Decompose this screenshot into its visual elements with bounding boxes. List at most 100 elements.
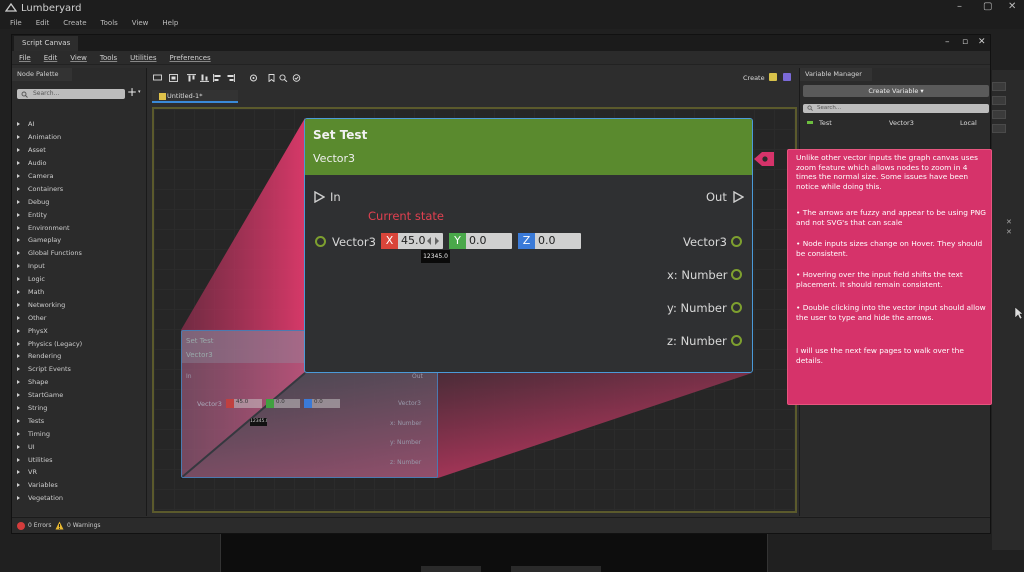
screenshot-icon[interactable]	[249, 74, 258, 82]
align-bottom-icon[interactable]	[200, 74, 209, 82]
script-canvas-tab[interactable]: Script Canvas	[14, 36, 79, 51]
chevron-right-icon	[17, 212, 20, 217]
warning-count[interactable]: 0 Warnings	[67, 522, 101, 529]
variable-search-input[interactable]: Search...	[803, 104, 989, 113]
align-right-icon[interactable]	[226, 74, 235, 82]
z-number-output-pin[interactable]	[731, 335, 742, 346]
category-item[interactable]: Vegetation	[17, 492, 142, 505]
app-menu-file[interactable]: File	[10, 19, 22, 27]
side-tool-button[interactable]	[992, 96, 1006, 105]
category-item[interactable]: Other	[17, 311, 142, 324]
category-item[interactable]: Input	[17, 260, 142, 273]
category-item[interactable]: Entity	[17, 208, 142, 221]
mouse-cursor-icon	[1014, 306, 1024, 320]
category-item[interactable]: Math	[17, 286, 142, 299]
category-item[interactable]: Debug	[17, 195, 142, 208]
window-restore-icon[interactable]: ▫	[962, 37, 968, 47]
category-item[interactable]: Audio	[17, 157, 142, 170]
select-tool-icon[interactable]	[153, 74, 162, 82]
stepper-arrows-icon[interactable]	[426, 236, 440, 246]
app-menu-create[interactable]: Create	[63, 19, 86, 27]
node-palette-search-input[interactable]: Search...	[17, 89, 125, 99]
app-minimize-icon[interactable]: –	[957, 1, 962, 12]
small-node-z-field[interactable]: 0.0	[304, 399, 340, 408]
create-function-icon[interactable]	[769, 73, 777, 81]
category-item[interactable]: Networking	[17, 298, 142, 311]
bookmark-icon[interactable]	[267, 74, 276, 82]
app-maximize-icon[interactable]: ▢	[983, 1, 992, 12]
category-item[interactable]: Animation	[17, 131, 142, 144]
category-item[interactable]: Environment	[17, 221, 142, 234]
menu-tools[interactable]: Tools	[100, 54, 117, 62]
category-item[interactable]: Logic	[17, 273, 142, 286]
category-item[interactable]: Global Functions	[17, 247, 142, 260]
category-item[interactable]: Utilities	[17, 453, 142, 466]
category-item[interactable]: String	[17, 402, 142, 415]
category-item[interactable]: Script Events	[17, 363, 142, 376]
create-event-icon[interactable]	[783, 73, 791, 81]
category-item[interactable]: Physics (Legacy)	[17, 337, 142, 350]
z-input-field[interactable]: Z 0.0	[518, 233, 581, 249]
category-item[interactable]: Rendering	[17, 350, 142, 363]
category-item[interactable]: Variables	[17, 479, 142, 492]
small-node-y-field[interactable]: 0.0	[266, 399, 300, 408]
side-tool-button[interactable]	[992, 110, 1006, 119]
app-menu-view[interactable]: View	[132, 19, 149, 27]
menu-view[interactable]: View	[70, 54, 87, 62]
chevron-right-icon	[17, 148, 20, 153]
exec-in-arrow-icon[interactable]	[314, 191, 325, 203]
small-node-x-field[interactable]: 45.0	[226, 399, 262, 408]
window-minimize-icon[interactable]: –	[945, 37, 950, 47]
menu-utilities[interactable]: Utilities	[130, 54, 156, 62]
menu-edit[interactable]: Edit	[44, 54, 58, 62]
y-number-output-pin[interactable]	[731, 302, 742, 313]
exec-out-arrow-icon[interactable]	[733, 191, 744, 203]
category-item[interactable]: Tests	[17, 414, 142, 427]
align-left-icon[interactable]	[213, 74, 222, 82]
variable-row[interactable]: Test Vector3 Local	[803, 118, 989, 129]
side-tool-button[interactable]	[992, 124, 1006, 133]
search-icon[interactable]	[279, 74, 288, 82]
app-menu-help[interactable]: Help	[162, 19, 178, 27]
vector3-output-pin[interactable]	[731, 236, 742, 247]
check-circle-icon[interactable]	[292, 74, 301, 82]
chevron-right-icon	[17, 251, 20, 256]
category-item[interactable]: VR	[17, 466, 142, 479]
group-tool-icon[interactable]	[169, 74, 178, 82]
category-item[interactable]: StartGame	[17, 389, 142, 402]
window-close-icon[interactable]: ✕	[978, 37, 986, 47]
category-item[interactable]: UI	[17, 440, 142, 453]
app-close-icon[interactable]: ✕	[1008, 1, 1016, 12]
category-item[interactable]: Asset	[17, 144, 142, 157]
category-item[interactable]: Camera	[17, 170, 142, 183]
add-node-plus-icon[interactable]: +	[127, 85, 137, 99]
x-input-field[interactable]: X 45.0	[381, 233, 443, 249]
category-item[interactable]: Gameplay	[17, 234, 142, 247]
create-variable-button[interactable]: Create Variable ▾	[803, 85, 989, 97]
chevron-right-icon	[17, 186, 20, 191]
x-number-output-pin[interactable]	[731, 269, 742, 280]
align-top-icon[interactable]	[187, 74, 196, 82]
chevron-right-icon	[17, 161, 20, 166]
error-count[interactable]: 0 Errors	[28, 522, 51, 529]
screen: Lumberyard – ▢ ✕ File Edit Create Tools …	[0, 0, 1024, 572]
side-tool-button[interactable]	[992, 82, 1006, 91]
category-item[interactable]: AI	[17, 118, 142, 131]
vector3-input-pin[interactable]	[315, 236, 326, 247]
exec-out-label: Out	[706, 190, 727, 204]
category-item[interactable]: Timing	[17, 427, 142, 440]
chevron-down-icon[interactable]: ▾	[138, 89, 141, 95]
menu-preferences[interactable]: Preferences	[170, 54, 211, 62]
close-icon[interactable]: ✕	[1006, 218, 1012, 226]
category-item[interactable]: Containers	[17, 182, 142, 195]
comment-intro: Unlike other vector inputs the graph can…	[796, 153, 978, 192]
node-palette-panel: Node Palette Search... + ▾ AI Animation …	[12, 68, 147, 516]
category-item[interactable]: PhysX	[17, 324, 142, 337]
app-menu-edit[interactable]: Edit	[36, 19, 50, 27]
menu-file[interactable]: File	[19, 54, 31, 62]
y-input-field[interactable]: Y 0.0	[449, 233, 512, 249]
category-item[interactable]: Shape	[17, 376, 142, 389]
app-menu-tools[interactable]: Tools	[101, 19, 118, 27]
zoomed-node[interactable]: Set Test Vector3 In Out Vector3 X 45.0 Y…	[304, 118, 753, 373]
close-icon[interactable]: ✕	[1006, 228, 1012, 236]
